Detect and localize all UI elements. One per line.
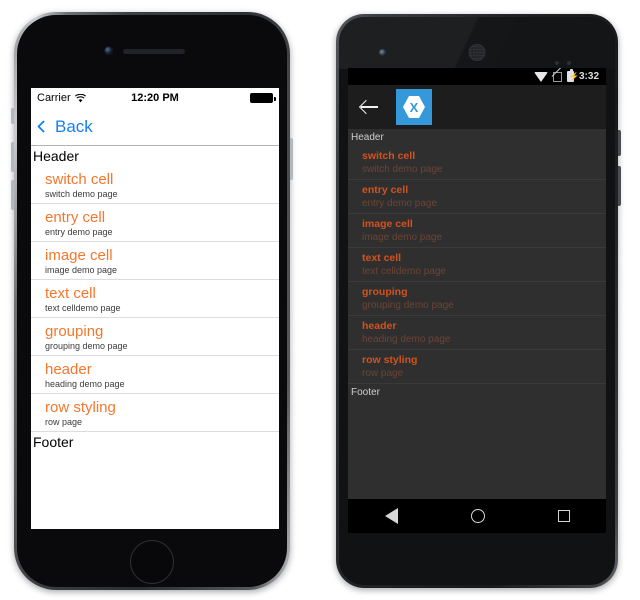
list-item[interactable]: image cell image demo page <box>348 214 606 248</box>
list-item[interactable]: row styling row page <box>31 394 279 432</box>
list-item[interactable]: header heading demo page <box>348 316 606 350</box>
list-item-title: image cell <box>362 218 413 230</box>
android-screen: ⚡ 3:32 X Header switch cell switch demo p… <box>348 68 606 533</box>
ios-rows-container: switch cell switch demo page entry cell ent… <box>31 166 279 432</box>
list-item-detail: switch demo page <box>362 164 443 175</box>
list-item-title: grouping <box>45 323 104 340</box>
android-clock: 3:32 <box>578 71 599 82</box>
triangle-back-icon[interactable] <box>384 508 398 524</box>
iphone-device-frame: Carrier 12:20 PM Back Header switch cell… <box>11 12 293 590</box>
list-item-title: entry cell <box>45 209 106 226</box>
silent-switch[interactable] <box>11 108 14 124</box>
android-nav-bar <box>348 499 606 533</box>
list-footer-label: Footer <box>33 434 74 450</box>
list-item-title: image cell <box>45 247 113 264</box>
list-item-title: grouping <box>362 286 408 298</box>
wifi-icon <box>74 93 86 102</box>
list-item-title: entry cell <box>362 184 409 196</box>
xamarin-logo-icon: X <box>396 89 432 125</box>
list-item-title: text cell <box>45 285 96 302</box>
front-camera-icon <box>104 46 113 55</box>
earpiece-speaker-icon <box>468 44 486 61</box>
list-footer-label: Footer <box>348 384 606 401</box>
list-item[interactable]: entry cell entry demo page <box>348 180 606 214</box>
battery-charging-icon: ⚡ <box>566 69 579 82</box>
volume-down-button[interactable] <box>11 180 14 210</box>
android-shell: ⚡ 3:32 X Header switch cell switch demo p… <box>339 17 615 585</box>
ios-nav-bar: Back <box>31 108 279 146</box>
list-item[interactable]: row styling row page <box>348 350 606 384</box>
ios-clock: 12:20 PM <box>131 92 179 104</box>
android-rows-container: switch cell switch demo page entry cell ent… <box>348 146 606 384</box>
back-button[interactable]: Back <box>37 117 93 137</box>
power-button[interactable] <box>618 130 621 156</box>
screen-glare <box>339 17 615 69</box>
android-list: Header switch cell switch demo page entry … <box>348 129 606 499</box>
list-item[interactable]: image cell image demo page <box>31 242 279 280</box>
list-item[interactable]: entry cell entry demo page <box>31 204 279 242</box>
list-item-detail: heading demo page <box>45 379 125 389</box>
iphone-shell: Carrier 12:20 PM Back Header switch cell… <box>17 15 287 587</box>
list-item-detail: row page <box>362 368 404 379</box>
volume-button[interactable] <box>618 166 621 206</box>
list-item[interactable]: grouping grouping demo page <box>31 318 279 356</box>
list-header-label: Header <box>348 129 606 146</box>
list-item[interactable]: switch cell switch demo page <box>31 166 279 204</box>
ios-list: Header switch cell switch demo page entry … <box>31 146 279 452</box>
front-camera-icon <box>379 49 386 56</box>
android-status-bar: ⚡ 3:32 <box>348 68 606 85</box>
chevron-left-icon <box>37 120 50 133</box>
power-button[interactable] <box>290 138 293 180</box>
proximity-sensor-icon <box>555 52 581 65</box>
home-button[interactable] <box>130 540 174 584</box>
list-item-detail: image demo page <box>362 232 443 243</box>
list-item-detail: grouping demo page <box>45 341 128 351</box>
earpiece-speaker-icon <box>123 49 185 54</box>
list-item[interactable]: switch cell switch demo page <box>348 146 606 180</box>
list-item[interactable]: grouping grouping demo page <box>348 282 606 316</box>
square-recents-icon[interactable] <box>557 510 570 522</box>
wifi-icon <box>533 71 548 82</box>
list-item-detail: switch demo page <box>45 189 118 199</box>
list-item[interactable]: text cell text celldemo page <box>31 280 279 318</box>
volume-up-button[interactable] <box>11 142 14 172</box>
android-device-frame: ⚡ 3:32 X Header switch cell switch demo p… <box>336 14 621 588</box>
no-signal-icon <box>551 68 562 82</box>
list-item-detail: entry demo page <box>362 198 438 209</box>
list-item-title: switch cell <box>362 150 416 162</box>
list-item-title: header <box>45 361 92 378</box>
circle-home-icon[interactable] <box>470 509 485 523</box>
list-item-detail: heading demo page <box>362 334 451 345</box>
list-item-detail: row page <box>45 417 83 427</box>
svg-text:X: X <box>410 100 419 115</box>
list-item-title: row styling <box>362 354 418 366</box>
back-button-label: Back <box>55 116 93 136</box>
list-item-title: switch cell <box>45 171 114 188</box>
list-item-detail: text celldemo page <box>362 266 446 277</box>
list-item-detail: entry demo page <box>45 227 113 237</box>
ios-status-left: Carrier <box>37 92 115 104</box>
list-item-detail: text celldemo page <box>45 303 121 313</box>
list-item-title: header <box>362 320 397 332</box>
ios-screen: Carrier 12:20 PM Back Header switch cell… <box>31 88 279 529</box>
battery-full-icon <box>249 93 276 103</box>
list-item-detail: image demo page <box>45 265 118 275</box>
arrow-left-icon[interactable] <box>360 97 380 117</box>
list-item-title: row styling <box>45 399 116 416</box>
dual-device-preview: Carrier 12:20 PM Back Header switch cell… <box>0 0 640 600</box>
list-item[interactable]: text cell text celldemo page <box>348 248 606 282</box>
list-item-title: text cell <box>362 252 402 264</box>
list-header-label: Header <box>33 148 79 164</box>
carrier-label: Carrier <box>37 92 71 104</box>
list-item[interactable]: header heading demo page <box>31 356 279 394</box>
android-action-bar: X <box>348 85 606 129</box>
ios-status-right <box>195 93 276 103</box>
ios-status-bar: Carrier 12:20 PM <box>31 88 279 108</box>
list-item-detail: grouping demo page <box>362 300 454 311</box>
